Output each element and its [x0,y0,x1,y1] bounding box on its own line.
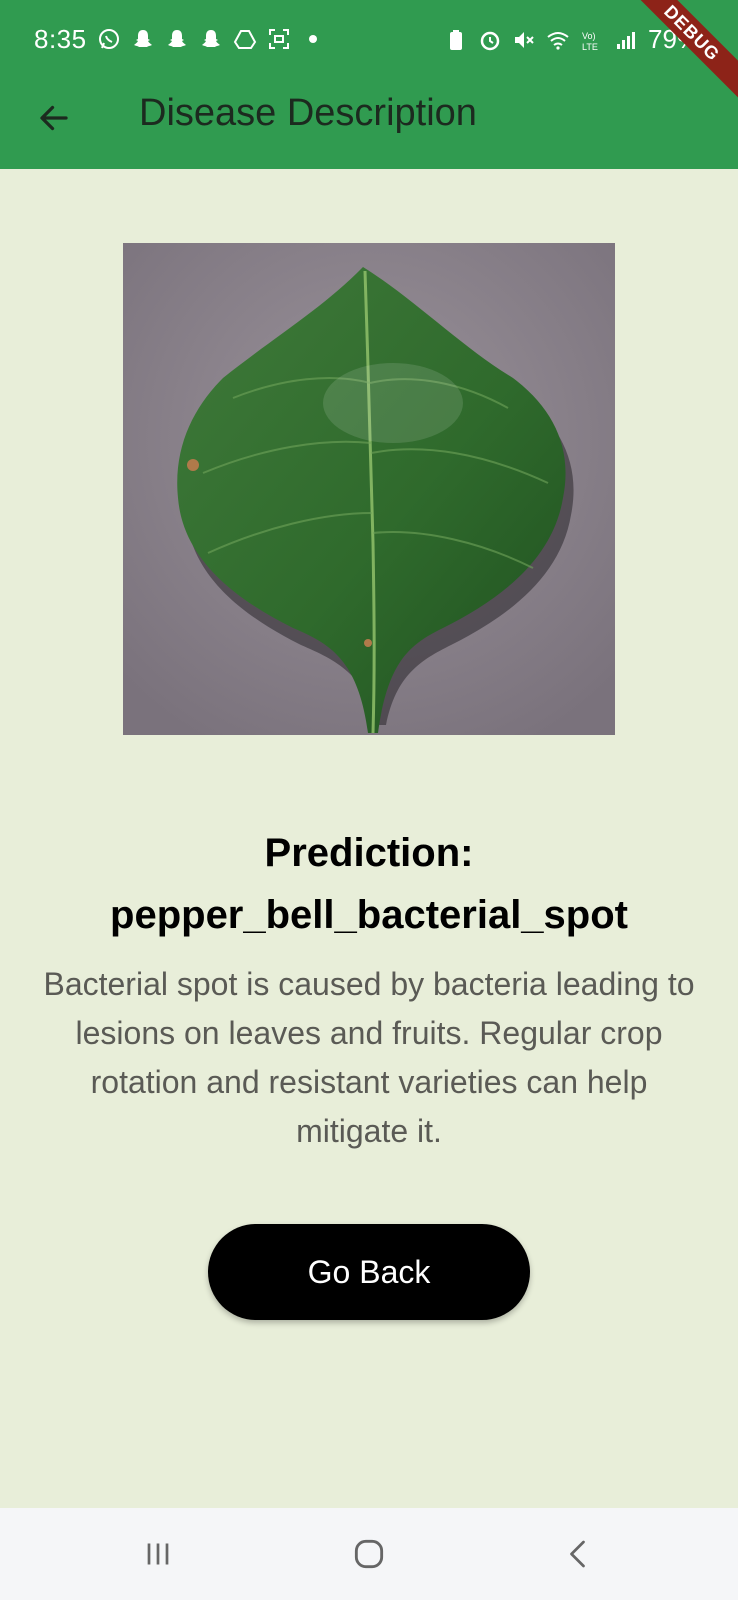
prediction-text: Prediction: pepper_bell_bacterial_spot [110,831,628,937]
volte-icon: Vo)LTE [582,31,598,52]
battery-saver-icon [450,29,462,50]
status-right-icons: Vo) LTE 79% [444,24,700,55]
home-button[interactable] [345,1530,393,1578]
mute-icon [515,31,534,48]
system-nav-bar [0,1508,738,1600]
screenshot-icon [269,29,289,49]
go-back-button[interactable]: Go Back [208,1224,530,1320]
snapchat-icon [168,30,186,47]
toolbar: Disease Description [0,80,738,169]
drive-icon [233,30,257,49]
alarm-icon [480,31,500,50]
recent-apps-icon [147,1543,169,1565]
snapchat-icon [134,30,152,47]
svg-text:LTE: LTE [582,42,598,52]
back-icon [570,1540,585,1568]
status-time: 8:35 [34,24,87,54]
dot-icon [309,35,317,43]
whatsapp-icon [99,29,119,49]
svg-text:Vo): Vo) [582,31,596,41]
arrow-back-icon [40,105,68,131]
recent-apps-button[interactable] [134,1530,182,1578]
status-bar: 8:35 Vo) LTE 79% [0,0,738,80]
page-title: Disease Description [139,92,477,134]
wifi-icon [547,31,569,50]
snapchat-icon [202,30,220,47]
app-bar: 8:35 Vo) LTE 79% DEBUG Disease Descripti… [0,0,738,169]
home-icon [354,1539,384,1569]
status-left-icons [97,27,325,51]
back-button[interactable] [30,94,78,142]
signal-icon [617,31,635,49]
disease-description: Bacterial spot is caused by bacteria lea… [43,966,695,1149]
leaf-image [123,243,615,735]
nav-back-button[interactable] [555,1530,603,1578]
